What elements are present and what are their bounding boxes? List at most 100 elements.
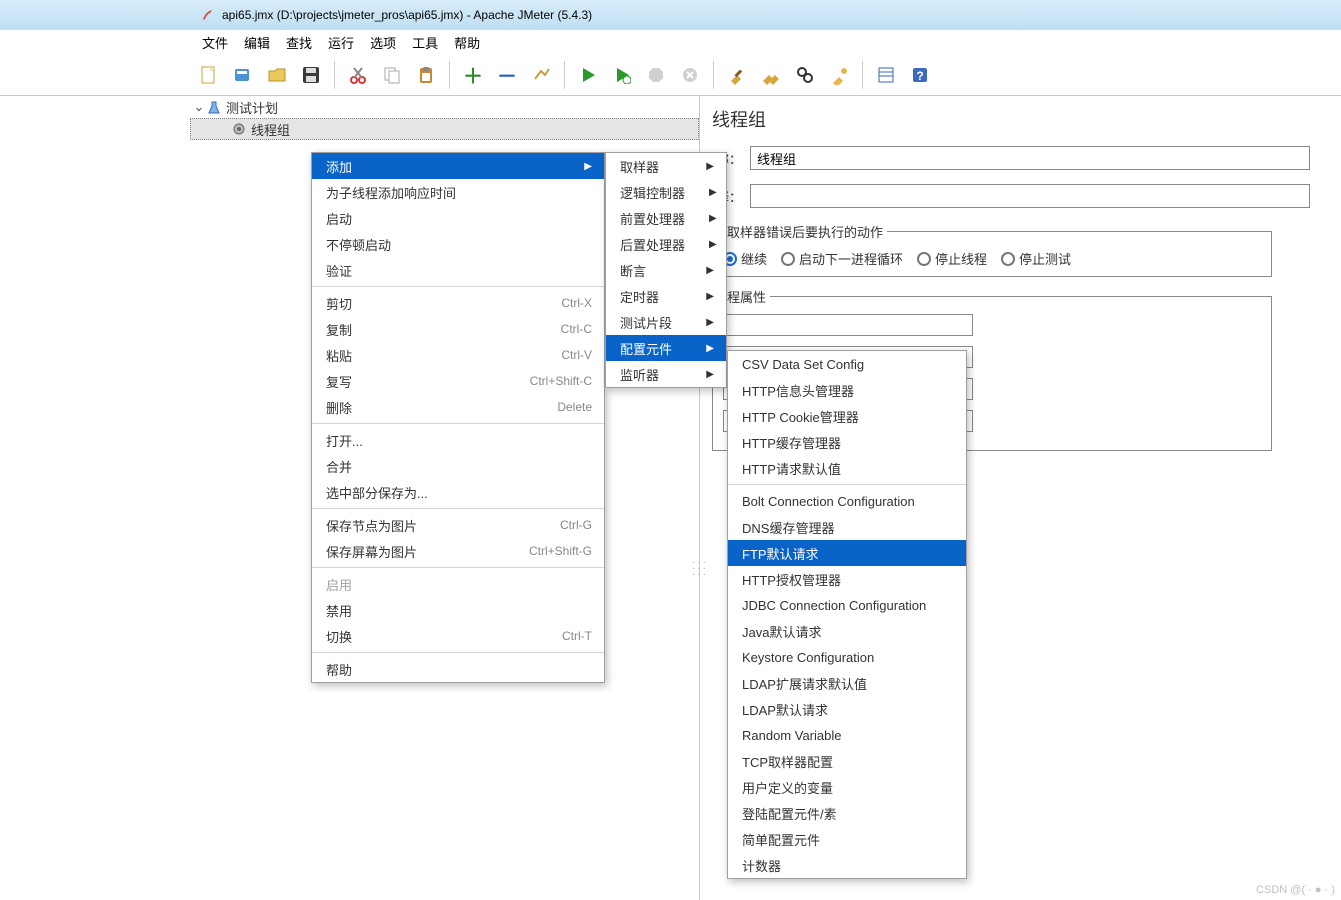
menu-item[interactable]: 添加▶ [312, 153, 604, 179]
menu-item[interactable]: 切换Ctrl-T [312, 623, 604, 649]
menu-item[interactable]: 断言▶ [606, 257, 726, 283]
name-input[interactable] [750, 146, 1310, 170]
prop-input-1[interactable] [723, 314, 973, 336]
tree-threadgroup-label: 线程组 [251, 120, 290, 139]
radio-stop-test[interactable]: 停止测试 [1001, 249, 1071, 268]
menu-edit[interactable]: 编辑 [236, 33, 278, 52]
menu-item[interactable]: 计数器 [728, 852, 966, 878]
menu-item[interactable]: HTTP信息头管理器 [728, 377, 966, 403]
menu-file[interactable]: 文件 [194, 33, 236, 52]
submenu-add[interactable]: 取样器▶逻辑控制器▶前置处理器▶后置处理器▶断言▶定时器▶测试片段▶配置元件▶监… [605, 152, 727, 388]
stop-icon[interactable] [641, 60, 671, 90]
tree-threadgroup[interactable]: 线程组 [190, 118, 699, 140]
start-icon[interactable] [573, 60, 603, 90]
menu-item[interactable]: 复写Ctrl+Shift-C [312, 368, 604, 394]
caret-down-icon[interactable]: ⌄ [192, 99, 206, 115]
menu-help[interactable]: 帮助 [446, 33, 488, 52]
menu-item[interactable]: LDAP扩展请求默认值 [728, 670, 966, 696]
menu-item[interactable]: 剪切Ctrl-X [312, 290, 604, 316]
shutdown-icon[interactable] [675, 60, 705, 90]
menu-tools[interactable]: 工具 [404, 33, 446, 52]
menu-item[interactable]: 登陆配置元件/素 [728, 800, 966, 826]
menu-item[interactable]: HTTP Cookie管理器 [728, 403, 966, 429]
save-icon[interactable] [296, 60, 326, 90]
menu-item[interactable]: 禁用 [312, 597, 604, 623]
menu-item[interactable]: Bolt Connection Configuration [728, 488, 966, 514]
menu-item[interactable]: Random Variable [728, 722, 966, 748]
menu-item[interactable]: 后置处理器▶ [606, 231, 726, 257]
menu-item[interactable]: 测试片段▶ [606, 309, 726, 335]
menu-item[interactable]: 逻辑控制器▶ [606, 179, 726, 205]
titlebar: api65.jmx (D:\projects\jmeter_pros\api65… [0, 0, 1341, 30]
menu-item[interactable]: 启动 [312, 205, 604, 231]
search-icon[interactable] [790, 60, 820, 90]
menu-item[interactable]: LDAP默认请求 [728, 696, 966, 722]
menu-run[interactable]: 运行 [320, 33, 362, 52]
clearall-icon[interactable] [756, 60, 786, 90]
menu-item: 启用 [312, 571, 604, 597]
open-icon[interactable] [262, 60, 292, 90]
menu-item[interactable]: 简单配置元件 [728, 826, 966, 852]
watermark: CSDN @( · ● · ) [1256, 884, 1335, 896]
menu-item[interactable]: 用户定义的变量 [728, 774, 966, 800]
menu-item[interactable]: HTTP请求默认值 [728, 455, 966, 481]
menu-item[interactable]: 帮助 [312, 656, 604, 682]
menu-item[interactable]: 保存节点为图片Ctrl-G [312, 512, 604, 538]
panel-heading: 线程组 [712, 106, 1329, 132]
menu-item[interactable]: TCP取样器配置 [728, 748, 966, 774]
menu-item[interactable]: HTTP缓存管理器 [728, 429, 966, 455]
menu-options[interactable]: 选项 [362, 33, 404, 52]
menu-item[interactable]: Java默认请求 [728, 618, 966, 644]
clear-icon[interactable] [722, 60, 752, 90]
expand-icon[interactable]: ＋ [458, 60, 488, 90]
menu-item[interactable]: 保存屏幕为图片Ctrl+Shift-G [312, 538, 604, 564]
tree-root[interactable]: ⌄ 测试计划 [190, 96, 699, 118]
menu-item[interactable]: JDBC Connection Configuration [728, 592, 966, 618]
start-notimers-icon[interactable] [607, 60, 637, 90]
gear-icon [231, 121, 247, 137]
submenu-config-elements[interactable]: CSV Data Set ConfigHTTP信息头管理器HTTP Cookie… [727, 350, 967, 879]
function-helper-icon[interactable] [871, 60, 901, 90]
copy-icon[interactable] [377, 60, 407, 90]
menu-item[interactable]: HTTP授权管理器 [728, 566, 966, 592]
menu-item[interactable]: FTP默认请求 [728, 540, 966, 566]
menu-item[interactable]: CSV Data Set Config [728, 351, 966, 377]
menubar[interactable]: 文件 编辑 查找 运行 选项 工具 帮助 [0, 30, 1341, 54]
splitter-grip[interactable]: ········· [692, 560, 708, 578]
toggle-icon[interactable] [526, 60, 556, 90]
menu-item[interactable]: 取样器▶ [606, 153, 726, 179]
flask-icon [206, 99, 222, 115]
menu-item[interactable]: Keystore Configuration [728, 644, 966, 670]
error-action-group: 取样器错误后要执行的动作 继续 启动下一进程循环 停止线程 停止测试 [712, 222, 1272, 277]
radio-next-loop[interactable]: 启动下一进程循环 [781, 249, 903, 268]
menu-item[interactable]: 配置元件▶ [606, 335, 726, 361]
menu-item[interactable]: DNS缓存管理器 [728, 514, 966, 540]
tree-root-label: 测试计划 [226, 98, 278, 117]
menu-item[interactable]: 定时器▶ [606, 283, 726, 309]
help-icon[interactable]: ? [905, 60, 935, 90]
menu-item[interactable]: 不停顿启动 [312, 231, 604, 257]
radio-continue[interactable]: 继续 [723, 249, 767, 268]
props-legend: 程属性 [723, 287, 770, 306]
reset-search-icon[interactable] [824, 60, 854, 90]
menu-search[interactable]: 查找 [278, 33, 320, 52]
menu-item[interactable]: 删除Delete [312, 394, 604, 420]
menu-item[interactable]: 为子线程添加响应时间 [312, 179, 604, 205]
menu-item[interactable]: 前置处理器▶ [606, 205, 726, 231]
title-text: api65.jmx (D:\projects\jmeter_pros\api65… [222, 8, 592, 22]
comment-input[interactable] [750, 184, 1310, 208]
menu-item[interactable]: 复制Ctrl-C [312, 316, 604, 342]
menu-item[interactable]: 合并 [312, 453, 604, 479]
templates-icon[interactable] [228, 60, 258, 90]
menu-item[interactable]: 粘贴Ctrl-V [312, 342, 604, 368]
menu-item[interactable]: 验证 [312, 257, 604, 283]
radio-stop-thread[interactable]: 停止线程 [917, 249, 987, 268]
collapse-icon[interactable]: － [492, 60, 522, 90]
menu-item[interactable]: 监听器▶ [606, 361, 726, 387]
menu-item[interactable]: 打开... [312, 427, 604, 453]
new-icon[interactable] [194, 60, 224, 90]
menu-item[interactable]: 选中部分保存为... [312, 479, 604, 505]
cut-icon[interactable] [343, 60, 373, 90]
context-menu-main[interactable]: 添加▶为子线程添加响应时间启动不停顿启动验证剪切Ctrl-X复制Ctrl-C粘贴… [311, 152, 605, 683]
paste-icon[interactable] [411, 60, 441, 90]
